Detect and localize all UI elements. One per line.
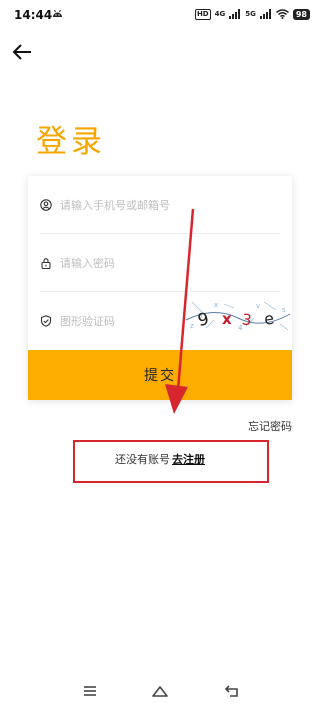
nav-menu-button[interactable] xyxy=(80,682,100,700)
password-field-row xyxy=(40,234,280,292)
account-input[interactable] xyxy=(60,195,260,215)
register-prompt-text: 还没有账号 xyxy=(115,453,170,466)
signal-icon xyxy=(229,9,241,19)
status-bar: 14:44 HD 4G 5G 98 xyxy=(0,0,320,28)
lock-icon xyxy=(41,258,51,269)
hd-badge: HD xyxy=(194,8,211,20)
network-5g-label: 5G xyxy=(245,10,256,18)
nav-back-button[interactable] xyxy=(222,682,242,700)
home-icon xyxy=(152,686,168,697)
captcha-input[interactable] xyxy=(60,311,180,331)
page-title: 登录 xyxy=(36,124,106,160)
back-icon xyxy=(224,685,238,697)
network-4g-label: 4G xyxy=(214,10,226,18)
menu-icon xyxy=(84,686,96,696)
back-button[interactable] xyxy=(8,38,36,66)
battery-icon: 98 xyxy=(292,8,310,20)
password-input[interactable] xyxy=(60,253,260,273)
register-link[interactable]: 去注册 xyxy=(172,453,205,466)
signal-icon xyxy=(259,9,271,19)
system-nav-bar xyxy=(0,676,320,706)
svg-text:v: v xyxy=(256,302,260,310)
captcha-image[interactable]: zx4 v s8 9 x 3 e xyxy=(184,298,292,334)
captcha-field-row: zx4 vs8 9 x 3 e xyxy=(40,292,292,350)
shield-icon xyxy=(40,315,52,327)
svg-text:s: s xyxy=(282,306,286,314)
svg-text:x: x xyxy=(222,310,232,328)
nav-home-button[interactable] xyxy=(150,682,170,700)
status-time: 14:44 xyxy=(14,8,53,22)
arrow-left-icon xyxy=(12,44,31,60)
submit-button[interactable]: 提交 xyxy=(28,350,292,400)
user-icon xyxy=(40,199,52,211)
register-prompt-row: 还没有账号 去注册 xyxy=(0,451,320,467)
forgot-password-link[interactable]: 忘记密码 xyxy=(248,418,292,434)
svg-text:z: z xyxy=(190,322,194,330)
wifi-icon xyxy=(275,9,289,19)
svg-text:x: x xyxy=(214,301,218,309)
android-notification-icon xyxy=(53,9,62,17)
login-form-card: zx4 vs8 9 x 3 e 提交 xyxy=(28,176,292,400)
account-field-row xyxy=(40,176,280,234)
status-indicators: HD 4G 5G 98 xyxy=(194,7,310,21)
